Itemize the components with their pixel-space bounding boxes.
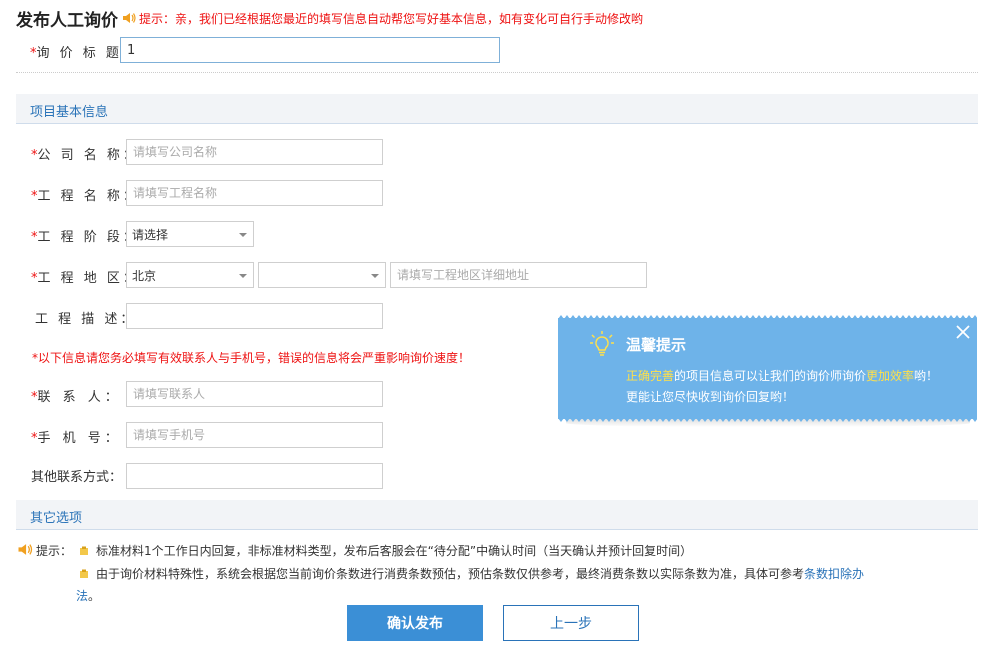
section-other-title: 其它选项 [30,511,83,526]
tip-card-line1: 正确完善的项目信息可以让我们的询价师询价更加效率哟！ [626,369,939,383]
tip-card: 温馨提示 正确完善的项目信息可以让我们的询价师询价更加效率哟！ 更能让您尽快收到… [558,315,977,422]
phone-label: *手 机 号： [31,431,122,446]
contact-warning: *以下信息请您务必填写有效联系人与手机号，错误的信息将会严重影响询价速度！ [32,351,471,365]
speaker-icon [123,13,136,23]
project-label: *工 程 名 称： [31,189,139,204]
tip-card-edge [558,315,977,319]
hint-item-2-continued: 法。 [76,589,101,603]
speaker-icon [18,544,33,555]
note-icon [80,569,88,578]
back-button[interactable]: 上一步 [503,605,639,641]
other-contact-label: 其他联系方式： [31,470,123,485]
contact-person-label: *联 系 人： [31,390,122,405]
hint-item-1: 标准材料1个工作日内回复，非标准材料类型，发布后客服会在“待分配”中确认时间（当… [79,542,692,559]
other-contact-input[interactable] [126,463,383,489]
note-icon [80,546,88,555]
phone-input[interactable] [126,422,383,448]
lightbulb-icon [590,331,614,356]
deduction-rules-link[interactable]: 条数扣除办 [804,567,864,581]
page-title: 发布人工询价 [16,10,118,31]
deduction-rules-link-cont[interactable]: 法 [76,589,88,603]
header-hint: 提示：亲，我们已经根据您最近的填写信息自动帮您写好基本信息，如有变化可自行手动修… [139,11,644,26]
city-select[interactable] [258,262,386,288]
section-basic-title: 项目基本信息 [30,105,109,120]
tip-card-title: 温馨提示 [626,336,687,354]
address-input[interactable] [390,262,647,288]
description-input[interactable] [126,303,383,329]
contact-person-input[interactable] [126,381,383,407]
chevron-down-icon [239,233,247,237]
close-icon[interactable] [955,324,971,340]
hint-label: 提示： [36,544,73,558]
company-name-input[interactable] [126,139,383,165]
confirm-publish-button[interactable]: 确认发布 [347,605,483,641]
chevron-down-icon [239,274,247,278]
chevron-down-icon [371,274,379,278]
tip-card-edge [558,418,977,422]
section-basic-info: 项目基本信息 [16,94,978,124]
divider [16,72,978,73]
hint-item-2: 由于询价材料特殊性，系统会根据您当前询价条数进行消费条数预估，预估条数仅供参考，… [79,565,864,582]
region-label: *工 程 地 区： [31,271,139,286]
section-other-options: 其它选项 [16,500,978,530]
project-stage-select[interactable]: 请选择 [126,221,254,247]
tip-card-line2: 更能让您尽快收到询价回复哟！ [626,390,795,404]
project-name-input[interactable] [126,180,383,206]
inquiry-title-input[interactable] [120,37,500,63]
company-label: *公 司 名 称： [31,148,139,163]
page-header: 发布人工询价 提示：亲，我们已经根据您最近的填写信息自动帮您写好基本信息，如有变… [16,6,644,31]
description-label: 工 程 描 述： [35,312,137,327]
province-select[interactable]: 北京 [126,262,254,288]
stage-label: *工 程 阶 段： [31,230,139,245]
